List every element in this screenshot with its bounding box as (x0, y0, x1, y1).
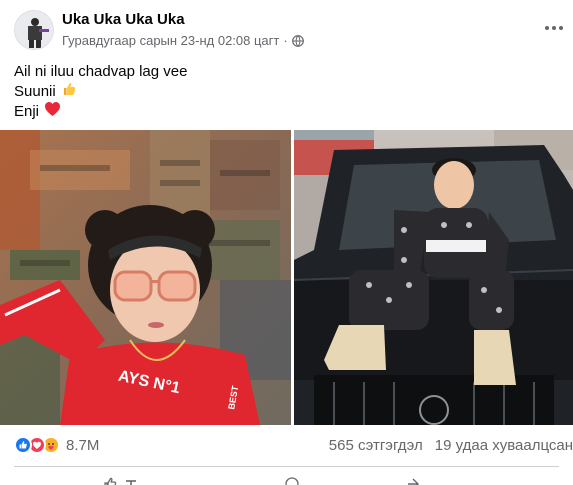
reactions-summary[interactable]: 8.7M (14, 436, 99, 454)
photo-girl-red-shirt[interactable]: AYS N°1 BEST (0, 130, 291, 425)
post-text-line-1: Ail ni iluu chadvap lag vee (14, 63, 188, 80)
post-header: Uka Uka Uka Uka Гуравдугаар сарын 23-нд … (0, 0, 573, 60)
post-text-line-3: Enji (14, 103, 40, 120)
like-action-label-icon (126, 480, 136, 485)
share-action-icon[interactable] (405, 477, 419, 485)
reaction-count: 8.7M (66, 436, 100, 454)
actions-divider (14, 466, 559, 467)
photo-girl-on-car[interactable] (294, 130, 573, 425)
red-heart-emoji-icon (44, 101, 61, 123)
globe-icon[interactable] (291, 34, 304, 47)
actions-row (0, 470, 573, 485)
like-action-icon[interactable] (103, 477, 117, 485)
post-text-line: Enji (14, 102, 559, 122)
comments-shares: 565 сэтгэгдэл 19 удаа хуваалцсан (329, 437, 573, 454)
avatar[interactable] (14, 10, 54, 50)
post-photos: AYS N°1 BEST (0, 130, 573, 425)
like-reaction-icon (14, 436, 32, 454)
engagement-bar: 8.7M 565 сэтгэгдэл 19 удаа хуваалцсан (0, 425, 573, 467)
thumbs-up-emoji-icon (61, 81, 77, 103)
post-timestamp[interactable]: Гуравдугаар сарын 23-нд 02:08 цагт (62, 33, 279, 48)
post-text-line: Ail ni iluu chadvap lag vee (14, 62, 559, 82)
comment-action-icon[interactable] (285, 477, 299, 485)
post-meta: Гуравдугаар сарын 23-нд 02:08 цагт · (62, 33, 304, 48)
comments-count[interactable]: 565 сэтгэгдэл (329, 437, 423, 454)
post-text-line: Suunii (14, 82, 559, 102)
more-options-icon[interactable] (538, 16, 570, 40)
post-text-line-2: Suunii (14, 83, 56, 100)
author-name[interactable]: Uka Uka Uka Uka (62, 11, 185, 28)
shares-count[interactable]: 19 удаа хуваалцсан (435, 437, 573, 454)
post-text: Ail ni iluu chadvap lag vee Suunii Enji (14, 62, 559, 122)
meta-separator: · (283, 33, 288, 48)
